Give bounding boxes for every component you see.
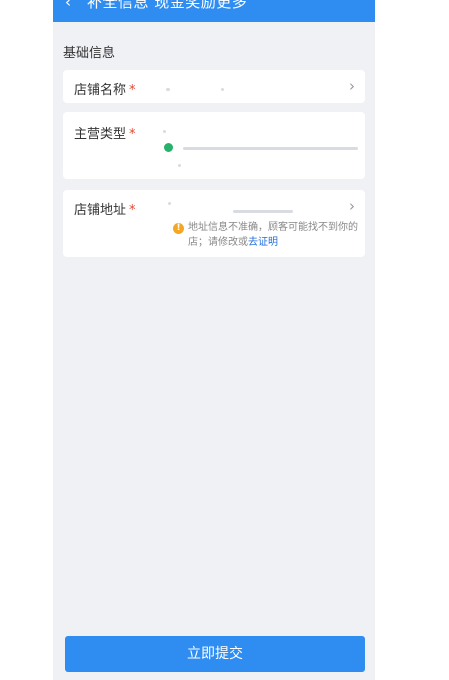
required-mark: * — [129, 83, 136, 98]
address-warning-text: 地址信息不准确，顾客可能找不到你的店；请修改或去证明 — [188, 222, 358, 248]
chevron-right-icon[interactable]: › — [349, 197, 355, 215]
main-category-label: 主营类型 * — [74, 127, 136, 142]
store-address-label: 店铺地址 * — [74, 203, 136, 218]
store-name-row[interactable]: 店铺名称 * › — [63, 70, 365, 103]
back-icon[interactable]: ‹ — [65, 0, 71, 11]
store-address-value-mark — [168, 202, 171, 205]
store-name-value-mark — [221, 88, 224, 91]
main-category-value-mark — [163, 130, 166, 133]
main-category-value — [183, 147, 358, 150]
top-bar: ‹ 补全信息 现金奖励更多 — [53, 0, 375, 22]
store-name-value — [166, 88, 170, 91]
main-category-row[interactable]: 主营类型 * — [63, 112, 365, 179]
category-badge-icon — [164, 143, 173, 152]
app-screen: ‹ 补全信息 现金奖励更多 基础信息 店铺名称 * › 主营类型 * 店铺地址 * ›… — [53, 0, 375, 680]
store-address-value — [233, 210, 293, 213]
required-mark: * — [129, 203, 136, 218]
store-name-label: 店铺名称 * — [74, 83, 136, 98]
page-title: 补全信息 现金奖励更多 — [87, 0, 248, 11]
store-address-row[interactable]: 店铺地址 * › ! 地址信息不准确，顾客可能找不到你的店；请修改或去证明 — [63, 190, 365, 257]
prove-link[interactable]: 去证明 — [248, 237, 278, 248]
warning-icon: ! — [173, 223, 184, 234]
main-category-value-mark — [178, 164, 181, 167]
required-mark: * — [129, 127, 136, 142]
section-title: 基础信息 — [63, 46, 116, 61]
chevron-right-icon[interactable]: › — [349, 77, 355, 95]
submit-button[interactable]: 立即提交 — [65, 636, 365, 672]
